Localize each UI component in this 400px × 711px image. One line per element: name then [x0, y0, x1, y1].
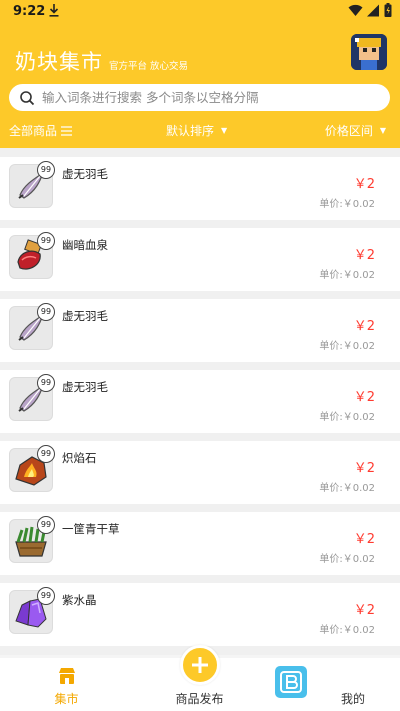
download-icon — [48, 2, 60, 22]
caret-down-icon: ▼ — [379, 126, 386, 135]
list-item[interactable]: 99 虚无羽毛 ￥2 单价:￥0.02 — [0, 299, 400, 362]
avatar[interactable] — [351, 34, 387, 70]
item-name: 幽暗血泉 — [62, 238, 108, 252]
item-unit-price: 单价:￥0.02 — [319, 341, 375, 352]
tab-publish-label: 商品发布 — [175, 692, 224, 706]
watermark-logo — [275, 666, 307, 698]
header: 9:22 奶块集市 官方平台 放心交易 全部商品 — [0, 0, 400, 148]
item-name: 炽焰石 — [62, 451, 97, 465]
app-subtitle: 官方平台 放心交易 — [109, 61, 189, 72]
all-goods-label: 全部商品 — [9, 124, 58, 138]
status-time: 9:22 — [13, 4, 46, 19]
battery-icon — [384, 3, 392, 17]
item-name: 一筐青干草 — [62, 522, 120, 536]
item-name: 虚无羽毛 — [62, 309, 108, 323]
quantity-badge: 99 — [37, 161, 55, 179]
item-unit-price: 单价:￥0.02 — [319, 270, 375, 281]
item-unit-price: 单价:￥0.02 — [319, 199, 375, 210]
list-item[interactable]: 99 虚无羽毛 ￥2 单价:￥0.02 — [0, 370, 400, 433]
quantity-badge: 99 — [37, 303, 55, 321]
status-bar: 9:22 — [0, 0, 400, 24]
list-item[interactable]: 99 虚无羽毛 ￥2 单价:￥0.02 — [0, 157, 400, 220]
plus-icon — [192, 657, 208, 673]
app-title: 奶块集市 — [15, 50, 103, 74]
item-unit-price: 单价:￥0.02 — [319, 625, 375, 636]
item-name: 虚无羽毛 — [62, 167, 108, 181]
price-range-dropdown[interactable]: 价格区间 ▼ — [325, 122, 386, 139]
filter-bar: 全部商品 默认排序 ▼ 价格区间 ▼ — [0, 117, 400, 143]
search-input[interactable] — [42, 90, 390, 105]
tab-market[interactable]: 集市 — [0, 658, 133, 711]
tab-market-label: 集市 — [54, 692, 79, 706]
item-price: ￥2 — [353, 603, 375, 618]
list-item[interactable]: 99 幽暗血泉 ￥2 单价:￥0.02 — [0, 228, 400, 291]
quantity-badge: 99 — [37, 445, 55, 463]
bottom-tab-bar: 集市 商品发布 我的 — [0, 645, 400, 711]
sort-dropdown[interactable]: 默认排序 ▼ — [166, 122, 227, 139]
search-icon — [20, 90, 35, 105]
item-name: 虚无羽毛 — [62, 380, 108, 394]
item-unit-price: 单价:￥0.02 — [319, 554, 375, 565]
quantity-badge: 99 — [37, 587, 55, 605]
item-unit-price: 单价:￥0.02 — [319, 412, 375, 423]
list-item[interactable]: 99 一筐青干草 ￥2 单价:￥0.02 — [0, 512, 400, 575]
list-item[interactable]: 99 紫水晶 ￥2 单价:￥0.02 — [0, 583, 400, 646]
item-unit-price: 单价:￥0.02 — [319, 483, 375, 494]
quantity-badge: 99 — [37, 374, 55, 392]
all-goods-filter[interactable]: 全部商品 — [9, 122, 73, 139]
item-price: ￥2 — [353, 390, 375, 405]
quantity-badge: 99 — [37, 232, 55, 250]
price-range-label: 价格区间 — [324, 124, 373, 138]
quantity-badge: 99 — [37, 516, 55, 534]
search-bar[interactable] — [9, 84, 390, 111]
sort-label: 默认排序 — [166, 124, 215, 138]
shop-icon — [59, 668, 75, 684]
item-name: 紫水晶 — [62, 593, 97, 607]
tab-publish[interactable]: 商品发布 — [133, 645, 266, 711]
menu-icon — [61, 125, 73, 136]
item-price: ￥2 — [353, 177, 375, 192]
list-item[interactable]: 99 炽焰石 ￥2 单价:￥0.02 — [0, 441, 400, 504]
item-price: ￥2 — [353, 461, 375, 476]
item-price: ￥2 — [353, 248, 375, 263]
item-price: ￥2 — [353, 532, 375, 547]
signal-icon — [367, 4, 379, 16]
publish-button[interactable] — [180, 645, 220, 685]
caret-down-icon: ▼ — [221, 126, 228, 135]
wifi-icon — [348, 4, 363, 16]
item-price: ￥2 — [353, 319, 375, 334]
